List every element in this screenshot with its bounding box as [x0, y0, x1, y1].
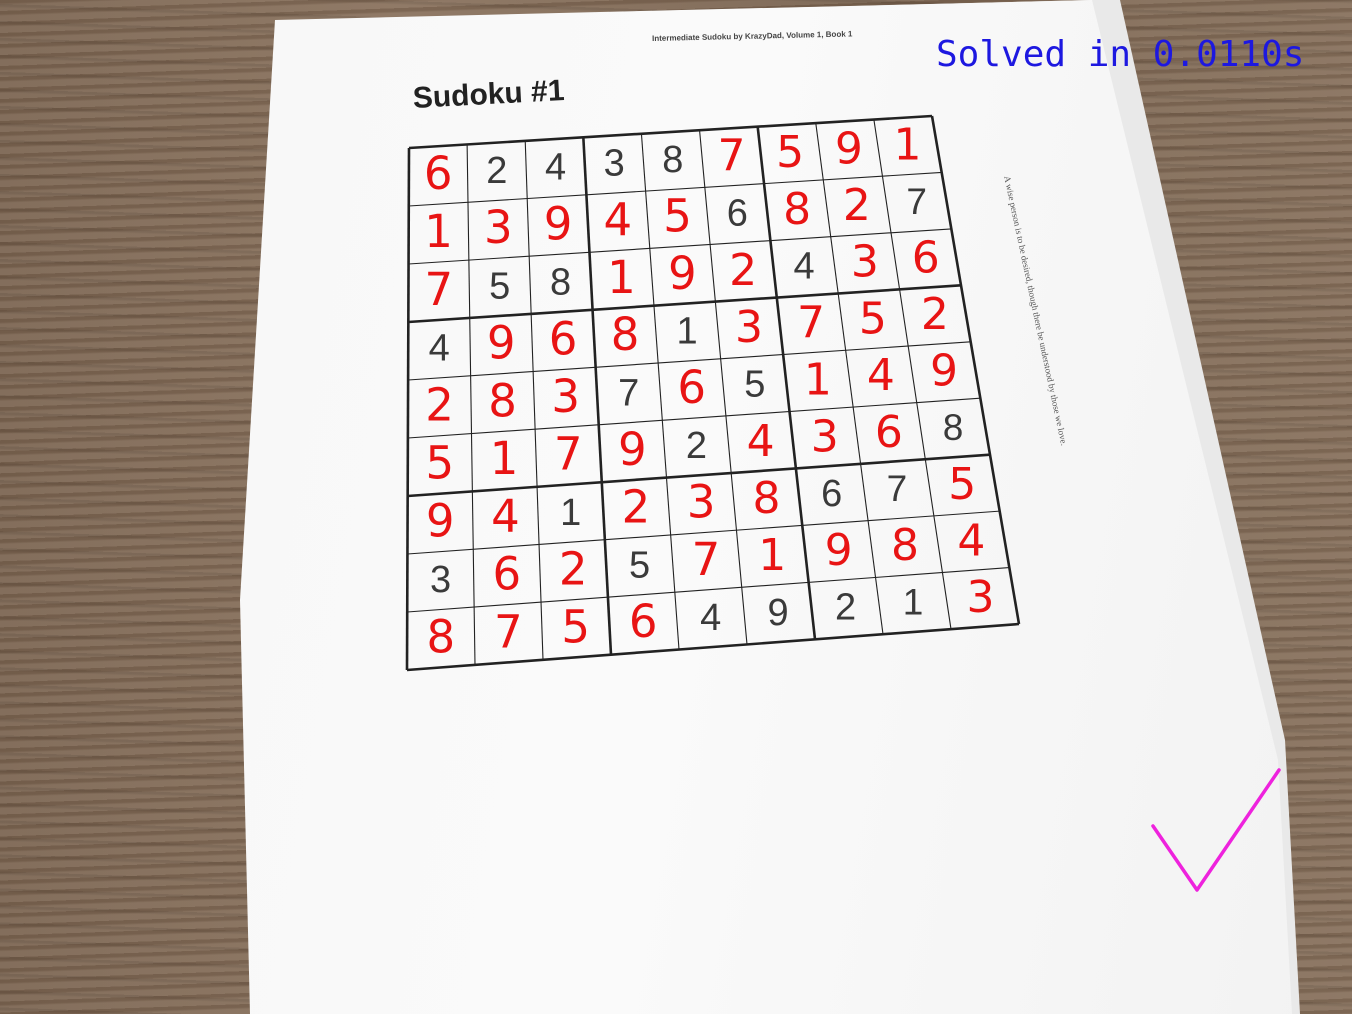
sudoku-solved-digit: 9 [825, 525, 853, 576]
sudoku-given-digit: 7 [887, 468, 908, 509]
sudoku-solved-digit: 9 [618, 423, 647, 476]
sudoku-given-digit: 1 [676, 311, 697, 353]
sudoku-solved-digit: 5 [948, 459, 976, 510]
sudoku-solved-digit: 9 [835, 123, 863, 174]
grid-line-vertical [405, 147, 411, 671]
sudoku-solved-digit: 6 [424, 147, 453, 200]
sudoku-solved-digit: 7 [718, 131, 746, 182]
sudoku-given-digit: 3 [604, 143, 625, 185]
sudoku-given-digit: 4 [793, 245, 814, 287]
sudoku-solved-digit: 1 [424, 205, 453, 258]
sudoku-solved-digit: 8 [752, 473, 780, 524]
sudoku-solved-digit: 2 [729, 245, 757, 296]
sudoku-given-digit: 4 [429, 328, 450, 370]
sudoku-solved-digit: 4 [604, 193, 633, 246]
sudoku-given-digit: 4 [700, 597, 721, 639]
sudoku-solved-digit: 8 [891, 520, 919, 571]
sudoku-digits: 6 2 4 3 8 7 5 9 11 3 9 4 5 6 8 2 77 5 8 1 9 2 4 3 64 9 6 8 1 3 7 5 22 8 3 7… [424, 120, 995, 664]
sudoku-given-digit: 1 [560, 492, 581, 534]
sudoku-solved-digit: 2 [843, 180, 871, 231]
sudoku-solved-digit: 5 [776, 127, 804, 178]
sudoku-board: 6 2 4 3 8 7 5 9 11 3 9 4 5 6 8 2 77 5 8 1 9 2 4 3 64 9 6 8 1 3 7 5 22 8 3 7… [405, 114, 1281, 892]
sudoku-solved-digit: 2 [921, 289, 949, 340]
sudoku-given-digit: 5 [744, 364, 765, 406]
sudoku-solved-digit: 5 [426, 437, 455, 490]
sudoku-solved-digit: 3 [551, 370, 580, 423]
sudoku-solved-digit: 8 [783, 184, 811, 235]
sudoku-given-digit: 1 [903, 582, 924, 623]
sudoku-solved-digit: 9 [426, 495, 455, 548]
sudoku-solved-digit: 6 [493, 548, 522, 601]
sudoku-solved-digit: 4 [957, 515, 985, 566]
sudoku-given-digit: 4 [545, 146, 566, 188]
sudoku-given-digit: 7 [618, 372, 639, 414]
sudoku-solved-digit: 3 [484, 201, 513, 254]
sudoku-solved-digit: 3 [735, 302, 763, 353]
sudoku-solved-digit: 7 [425, 263, 454, 316]
sudoku-given-digit: 7 [906, 181, 927, 222]
sudoku-solved-digit: 5 [859, 293, 887, 344]
sudoku-solved-digit: 2 [559, 543, 588, 596]
sudoku-solved-digit: 7 [692, 533, 721, 586]
sudoku-solved-digit: 5 [561, 600, 590, 653]
sudoku-solved-digit: 6 [549, 312, 578, 365]
sudoku-solved-digit: 6 [629, 595, 658, 648]
sudoku-solved-digit: 3 [687, 476, 716, 529]
sudoku-solved-digit: 8 [611, 308, 640, 361]
sudoku-given-digit: 2 [686, 425, 707, 467]
sudoku-solved-digit: 7 [554, 428, 583, 481]
sudoku-solved-digit: 9 [930, 346, 958, 397]
sudoku-solved-digit: 4 [747, 416, 775, 467]
sudoku-solved-digit: 9 [544, 197, 573, 250]
sudoku-solved-digit: 3 [966, 572, 994, 623]
sudoku-solved-digit: 1 [607, 251, 636, 304]
sudoku-solved-digit: 1 [804, 354, 832, 405]
sudoku-solved-digit: 9 [487, 317, 516, 370]
sudoku-solved-digit: 6 [912, 233, 940, 284]
sudoku-solved-digit: 5 [663, 190, 692, 243]
sudoku-solved-digit: 8 [427, 610, 456, 663]
sudoku-solved-digit: 1 [758, 530, 786, 581]
sudoku-given-digit: 3 [430, 559, 451, 601]
checkmark-icon [1151, 768, 1281, 892]
sudoku-solved-digit: 1 [490, 432, 519, 485]
sudoku-given-digit: 2 [486, 150, 507, 192]
grid-line-vertical [524, 140, 544, 660]
sudoku-given-digit: 9 [768, 592, 789, 634]
sudoku-solved-digit: 3 [811, 411, 839, 462]
sudoku-solved-digit: 4 [867, 350, 895, 401]
sudoku-solved-digit: 9 [668, 247, 697, 300]
sudoku-given-digit: 8 [943, 407, 964, 448]
sudoku-solved-digit: 8 [488, 374, 517, 427]
sudoku-given-digit: 6 [727, 192, 748, 234]
sudoku-given-digit: 6 [821, 473, 842, 515]
sudoku-given-digit: 8 [662, 139, 683, 181]
sudoku-solved-digit: 6 [875, 407, 903, 458]
sudoku-given-digit: 5 [489, 266, 510, 308]
sudoku-solved-digit: 6 [677, 361, 706, 414]
sudoku-solved-digit: 7 [494, 605, 523, 658]
grid-line-vertical [466, 144, 476, 665]
sudoku-solved-digit: 4 [491, 490, 520, 543]
sudoku-given-digit: 2 [835, 587, 856, 629]
sudoku-solved-digit: 1 [894, 120, 922, 171]
sudoku-given-digit: 5 [629, 544, 650, 586]
sudoku-solved-digit: 3 [851, 237, 879, 288]
sudoku-solved-digit: 7 [797, 298, 825, 349]
sudoku-solved-digit: 2 [622, 480, 651, 533]
sudoku-solved-digit: 2 [425, 379, 454, 432]
sudoku-given-digit: 8 [550, 262, 571, 304]
